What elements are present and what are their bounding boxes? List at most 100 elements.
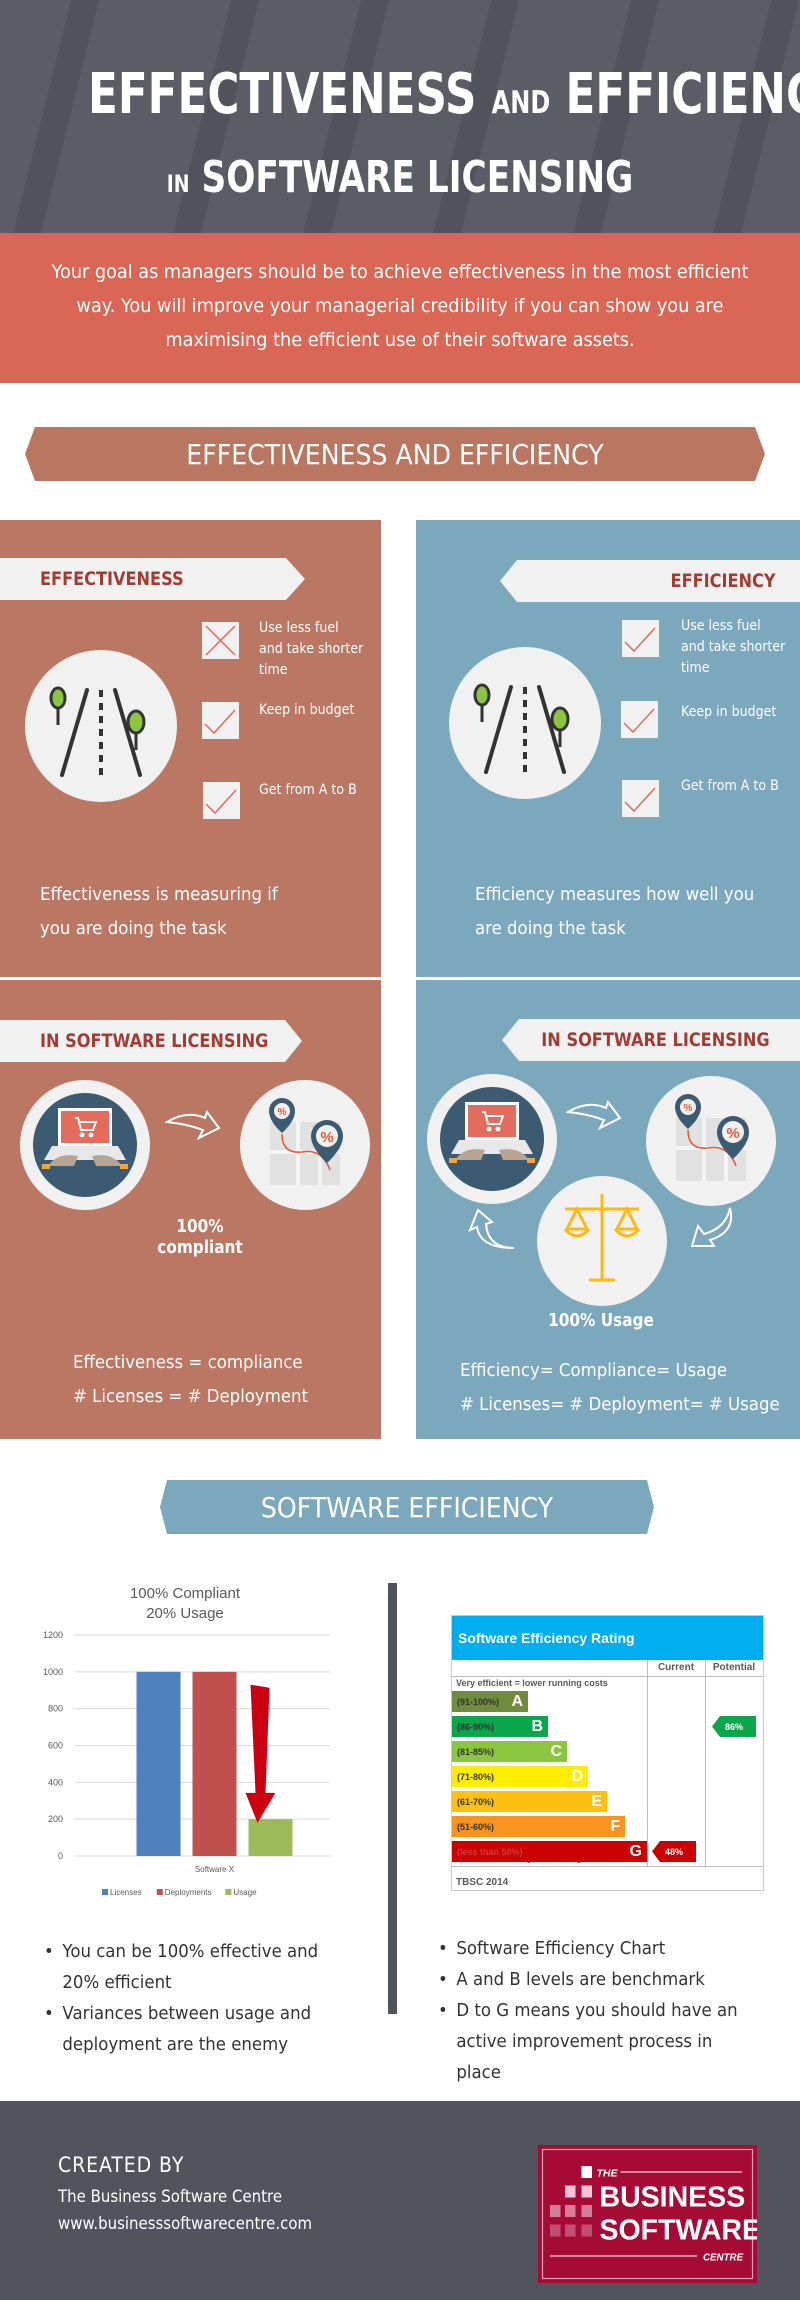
table-rule — [705, 1660, 706, 1866]
y-tick-label: 1200 — [43, 1630, 63, 1640]
checkbox-get-from-a-to-b[interactable] — [622, 780, 659, 817]
legend-label: Deployments — [165, 1888, 212, 1897]
licensing-tag-right: IN SOFTWARE LICENSING — [502, 1019, 800, 1061]
y-tick-label: 1000 — [43, 1667, 63, 1677]
rating-band-c: (81-85%) C — [452, 1741, 567, 1762]
title-effectiveness: EFFECTIVENESS — [88, 62, 477, 127]
y-tick-label: 400 — [48, 1777, 63, 1787]
svg-text:CENTRE: CENTRE — [703, 2253, 744, 2264]
efficiency-tag: EFFICIENCY — [500, 560, 800, 602]
check-icon — [623, 708, 655, 734]
rating-band-e: (61-70%) E — [452, 1791, 607, 1812]
legend-swatch — [225, 1889, 232, 1895]
y-tick-label: 200 — [48, 1814, 63, 1824]
table-rule — [647, 1660, 648, 1866]
efficiency-description: Efficiency measures how well you are doi… — [475, 884, 755, 939]
bar-licenses — [136, 1671, 181, 1856]
check-icon — [624, 787, 656, 813]
checklist-label: Keep in budget — [259, 702, 355, 718]
checklist-label: Use less fuel and take shorter time — [259, 620, 364, 678]
company-website-link[interactable]: www.businesssoftwarecentre.com — [58, 2214, 312, 2234]
company-name: The Business Software Centre — [58, 2187, 283, 2207]
checkbox-keep-in-budget[interactable] — [202, 702, 239, 739]
section-banner-software-efficiency: SOFTWARE EFFICIENCY — [160, 1480, 654, 1534]
checkbox-keep-in-budget[interactable] — [621, 701, 658, 738]
current-rating-flag: 48% — [652, 1841, 696, 1862]
effectiveness-equations: Effectiveness = compliance # Licenses = … — [73, 1352, 309, 1407]
road-icon — [25, 650, 177, 802]
company-logo[interactable]: THE BUSINESS SOFTWARE CENTRE — [538, 2145, 761, 2283]
svg-text:%: % — [684, 1103, 693, 1114]
band-range: (51-60%) — [457, 1821, 495, 1832]
checkbox-get-from-a-to-b[interactable] — [203, 782, 240, 819]
section-banner-label: SOFTWARE EFFICIENCY — [260, 1490, 554, 1524]
intro-band: Your goal as managers should be to achie… — [0, 233, 800, 383]
hero-header: EFFECTIVENESS AND EFFICIENCY IN SOFTWARE… — [0, 0, 800, 233]
software-efficiency-rating-table: Software Efficiency Rating Current Poten… — [451, 1615, 764, 1891]
checklist-label: Get from A to B — [259, 782, 357, 798]
band-range: (91-100%) — [457, 1696, 500, 1707]
efficiency-tag-label: EFFICIENCY — [670, 570, 776, 592]
svg-text:%: % — [320, 1129, 333, 1146]
rating-band-d: (71-80%) D — [452, 1766, 588, 1787]
check-icon — [205, 789, 237, 815]
checklist-label: Keep in budget — [681, 704, 777, 720]
bullet-item: You can be 100% effective and 20% effici… — [44, 1936, 348, 1998]
rating-title: Software Efficiency Rating — [452, 1616, 763, 1660]
created-by-label: CREATED BY — [58, 2153, 185, 2177]
bullet-item: Variances between usage and deployment a… — [44, 1998, 348, 2060]
title-efficiency: EFFICIENCY — [565, 62, 800, 127]
table-rule — [452, 1676, 763, 1677]
x-tick-label: Software X — [195, 1865, 235, 1874]
band-range: (86-90%) — [457, 1721, 495, 1732]
cross-icon — [205, 625, 236, 656]
bar-deployments — [192, 1671, 237, 1856]
effectiveness-panel: EFFECTIVENESS Use less fuel and take sho… — [0, 520, 381, 977]
check-icon — [204, 709, 236, 735]
potential-rating-flag: 86% — [712, 1716, 756, 1737]
scales-icon — [537, 1176, 667, 1306]
arrow-icon — [690, 1207, 732, 1247]
arrow-icon — [566, 1100, 622, 1131]
y-tick-label: 0 — [58, 1851, 63, 1861]
compliance-usage-chart: 100% Compliant 20% Usage 0 200 400 600 800 10… — [20, 1570, 350, 1910]
vertical-divider — [388, 1583, 397, 2014]
band-letter: C — [550, 1743, 562, 1760]
legend-swatch — [156, 1889, 163, 1895]
svg-text:%: % — [278, 1107, 287, 1118]
section-banner-label: EFFECTIVENESS AND EFFICIENCY — [186, 437, 604, 471]
efficiency-equations: Efficiency= Compliance= Usage # Licenses… — [460, 1360, 780, 1415]
effectiveness-tag: EFFECTIVENESS — [0, 558, 305, 600]
page-subtitle: IN SOFTWARE LICENSING — [88, 152, 712, 203]
band-range: (71-80%) — [457, 1771, 495, 1782]
bullet-item: D to G means you should have an active i… — [438, 1995, 742, 2088]
table-rule — [452, 1866, 763, 1867]
licensing-effectiveness-panel: IN SOFTWARE LICENSING % % 100% compliant — [0, 980, 381, 1439]
arrow-icon — [165, 1110, 221, 1141]
column-current: Current — [657, 1662, 695, 1673]
compliance-caption: 100% compliant — [157, 1216, 243, 1258]
svg-text:BUSINESS: BUSINESS — [600, 2182, 746, 2214]
bar-usage — [248, 1819, 293, 1856]
licensing-tag-left: IN SOFTWARE LICENSING — [0, 1020, 302, 1062]
band-letter: A — [511, 1693, 523, 1710]
map-pins-percent-icon: % % — [240, 1080, 370, 1210]
legend-label: Licenses — [110, 1888, 142, 1897]
checkbox-use-less-fuel[interactable] — [202, 622, 239, 659]
section-banner-effectiveness-efficiency: EFFECTIVENESS AND EFFICIENCY — [25, 427, 765, 481]
rating-top-note: Very efficient = lower running costs — [456, 1678, 608, 1688]
band-letter: F — [610, 1818, 620, 1835]
subtitle-in: IN — [166, 170, 190, 198]
check-icon — [624, 627, 656, 653]
rating-band-g: (less than 50%) G — [452, 1841, 647, 1862]
y-tick-label: 600 — [48, 1741, 63, 1751]
svg-text:%: % — [726, 1125, 739, 1142]
checkbox-use-less-fuel[interactable] — [622, 620, 659, 657]
usage-caption: 100% Usage — [548, 1310, 654, 1331]
effectiveness-tag-label: EFFECTIVENESS — [40, 568, 184, 590]
licensing-efficiency-panel: IN SOFTWARE LICENSING % % 100% Usage Eff… — [416, 980, 800, 1439]
legend-label: Usage — [233, 1888, 257, 1897]
checklist-label: Use less fuel and take shorter time — [681, 618, 786, 676]
rating-band-b: (86-90%) B — [452, 1716, 548, 1737]
chart-canvas: 0 200 400 600 800 1000 1200 Software X Licenses D… — [43, 1630, 330, 1897]
